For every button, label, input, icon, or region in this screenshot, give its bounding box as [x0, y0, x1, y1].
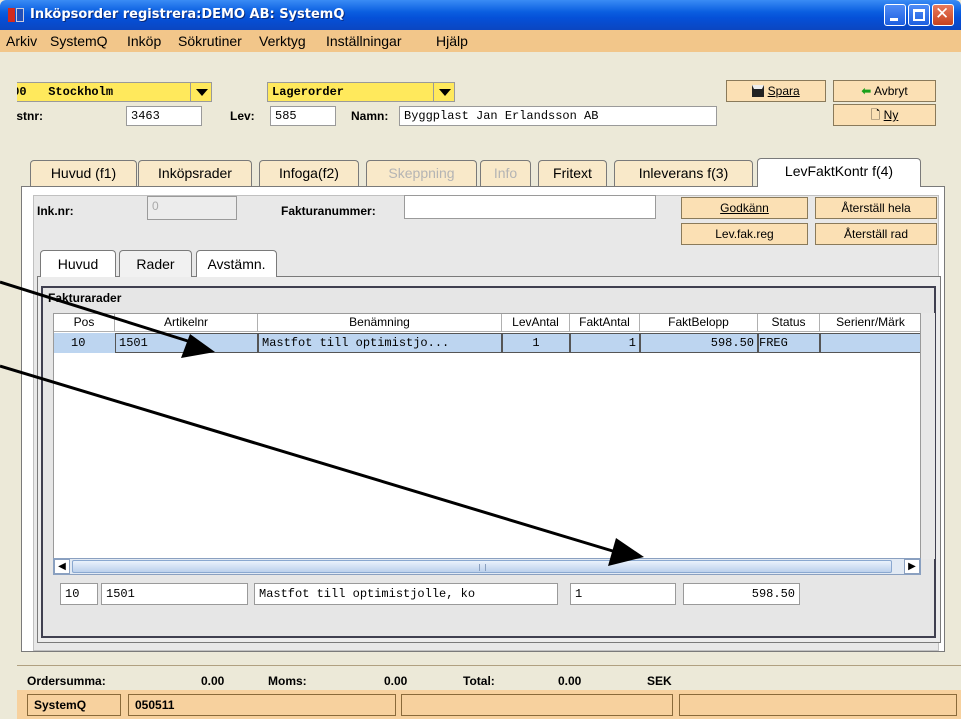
col-header-faktbelopp[interactable]: FaktBelopp	[640, 314, 758, 332]
order-type-dropdown-icon[interactable]	[433, 82, 455, 102]
window-title: Inköpsorder registrera:DEMO AB: SystemQ	[30, 7, 345, 22]
scroll-right-icon[interactable]: ▶	[904, 559, 920, 574]
tab-infoga[interactable]: Infoga(f2)	[259, 160, 359, 186]
total-value: 0.00	[558, 674, 582, 688]
menu-sokrutiner[interactable]: Sökrutiner	[178, 33, 242, 49]
approve-button[interactable]: Godkänn	[681, 197, 808, 219]
lev-field[interactable]: 585	[270, 106, 336, 126]
currency-label: SEK	[647, 674, 672, 688]
namn-field[interactable]: Byggplast Jan Erlandsson AB	[399, 106, 717, 126]
subtab-rader[interactable]: Rader	[119, 250, 192, 277]
status-date: 050511	[128, 694, 396, 716]
order-type-select[interactable]: Lagerorder	[267, 82, 434, 102]
cell-pos[interactable]: 10	[54, 333, 115, 353]
total-label: Total:	[463, 674, 495, 688]
bestnr-field[interactable]: 3463	[126, 106, 202, 126]
app-icon	[8, 8, 24, 22]
subtab-huvud[interactable]: Huvud	[40, 250, 116, 277]
detail-antal-field[interactable]: 1	[570, 583, 676, 605]
inknr-label: Ink.nr:	[37, 204, 74, 218]
moms-value: 0.00	[384, 674, 408, 688]
save-button-label: Spara	[767, 84, 800, 98]
levfakreg-button[interactable]: Lev.fak.reg	[681, 223, 808, 245]
invoice-rows-table[interactable]: Pos Artikelnr Benämning LevAntal FaktAnt…	[53, 313, 921, 559]
menu-hjalp[interactable]: Hjälp	[436, 33, 468, 49]
col-header-artikelnr[interactable]: Artikelnr	[115, 314, 258, 332]
app-window: Inköpsorder registrera:DEMO AB: SystemQ …	[0, 0, 961, 719]
tab-skeppning[interactable]: Skeppning	[366, 160, 477, 186]
detail-belopp-field[interactable]: 598.50	[683, 583, 800, 605]
col-header-serienr[interactable]: Serienr/Märk	[820, 314, 920, 332]
close-icon: ✕	[935, 4, 950, 24]
status-cell-4	[679, 694, 957, 716]
tab-fritext[interactable]: Fritext	[538, 160, 607, 186]
cell-faktantal[interactable]: 1	[570, 333, 640, 353]
minimize-button[interactable]	[884, 4, 906, 26]
cell-serienr[interactable]	[820, 333, 920, 353]
col-header-benamning[interactable]: Benämning	[258, 314, 502, 332]
scroll-left-icon[interactable]: ◀	[54, 559, 70, 574]
title-bar[interactable]: Inköpsorder registrera:DEMO AB: SystemQ …	[0, 0, 961, 30]
approve-button-label: Godkänn	[720, 201, 769, 215]
col-header-status[interactable]: Status	[758, 314, 820, 332]
left-margin	[0, 52, 17, 719]
new-button-label: Ny	[883, 108, 899, 122]
cell-faktbelopp[interactable]: 598.50	[640, 333, 758, 353]
fakturanummer-label: Fakturanummer:	[281, 204, 376, 218]
tab-huvud[interactable]: Huvud (f1)	[30, 160, 137, 186]
save-button[interactable]: Spara	[726, 80, 826, 102]
inknr-field[interactable]: 0	[147, 196, 237, 220]
maximize-button[interactable]	[908, 4, 930, 26]
cell-benamning[interactable]: Mastfot till optimistjo...	[258, 333, 502, 353]
ordersumma-label: Ordersumma:	[27, 674, 106, 688]
cell-artikelnr[interactable]: 1501	[115, 333, 258, 353]
menu-systemq[interactable]: SystemQ	[50, 33, 108, 49]
warehouse-dropdown-icon[interactable]	[190, 82, 212, 102]
tab-levfaktkontr[interactable]: LevFaktKontr f(4)	[757, 158, 921, 187]
cancel-button-label: Avbryt	[873, 84, 908, 98]
moms-label: Moms:	[268, 674, 307, 688]
maximize-icon	[913, 9, 925, 21]
detail-pos-field[interactable]: 10	[60, 583, 98, 605]
warehouse-select[interactable]: 100 Stockholm	[0, 82, 191, 102]
new-button[interactable]: 🗋 Ny	[833, 104, 936, 126]
subtab-avstamn[interactable]: Avstämn.	[196, 250, 277, 277]
minimize-icon	[890, 18, 898, 21]
tab-info[interactable]: Info	[480, 160, 531, 186]
status-app: SystemQ	[27, 694, 121, 716]
col-header-levantal[interactable]: LevAntal	[502, 314, 570, 332]
col-header-pos[interactable]: Pos	[54, 314, 115, 332]
close-button[interactable]: ✕	[932, 4, 954, 26]
scroll-grip-icon	[479, 564, 486, 571]
scroll-thumb[interactable]	[72, 560, 892, 573]
lev-label: Lev:	[230, 109, 255, 123]
new-document-icon: 🗋	[870, 108, 881, 122]
status-cell-3	[401, 694, 673, 716]
cell-status[interactable]: FREG	[758, 333, 820, 353]
tab-inkopsrader[interactable]: Inköpsrader	[138, 160, 252, 186]
menu-arkiv[interactable]: Arkiv	[6, 33, 37, 49]
tab-inleverans[interactable]: Inleverans f(3)	[614, 160, 753, 186]
vertical-scroll-area	[921, 313, 935, 559]
fakturanummer-field[interactable]	[404, 195, 656, 219]
detail-artikelnr-field[interactable]: 1501	[101, 583, 248, 605]
menu-bar: Arkiv SystemQ Inköp Sökrutiner Verktyg I…	[0, 30, 961, 52]
detail-benamning-field[interactable]: Mastfot till optimistjolle, ko	[254, 583, 558, 605]
horizontal-scrollbar[interactable]: ◀ ▶	[53, 558, 921, 575]
warehouse-name: Stockholm	[48, 85, 114, 99]
arrow-left-icon: ⬅	[861, 84, 872, 98]
menu-inkop[interactable]: Inköp	[127, 33, 161, 49]
cell-levantal[interactable]: 1	[502, 333, 570, 353]
cancel-button[interactable]: ⬅ Avbryt	[833, 80, 936, 102]
reset-row-button[interactable]: Återställ rad	[815, 223, 937, 245]
col-header-faktantal[interactable]: FaktAntal	[570, 314, 640, 332]
fakturarader-title: Fakturarader	[48, 291, 122, 305]
ordersumma-value: 0.00	[201, 674, 225, 688]
floppy-disk-icon	[752, 85, 765, 97]
namn-label: Namn:	[351, 109, 389, 123]
menu-installningar[interactable]: Inställningar	[326, 33, 402, 49]
reset-all-button[interactable]: Återställ hela	[815, 197, 937, 219]
menu-verktyg[interactable]: Verktyg	[259, 33, 306, 49]
